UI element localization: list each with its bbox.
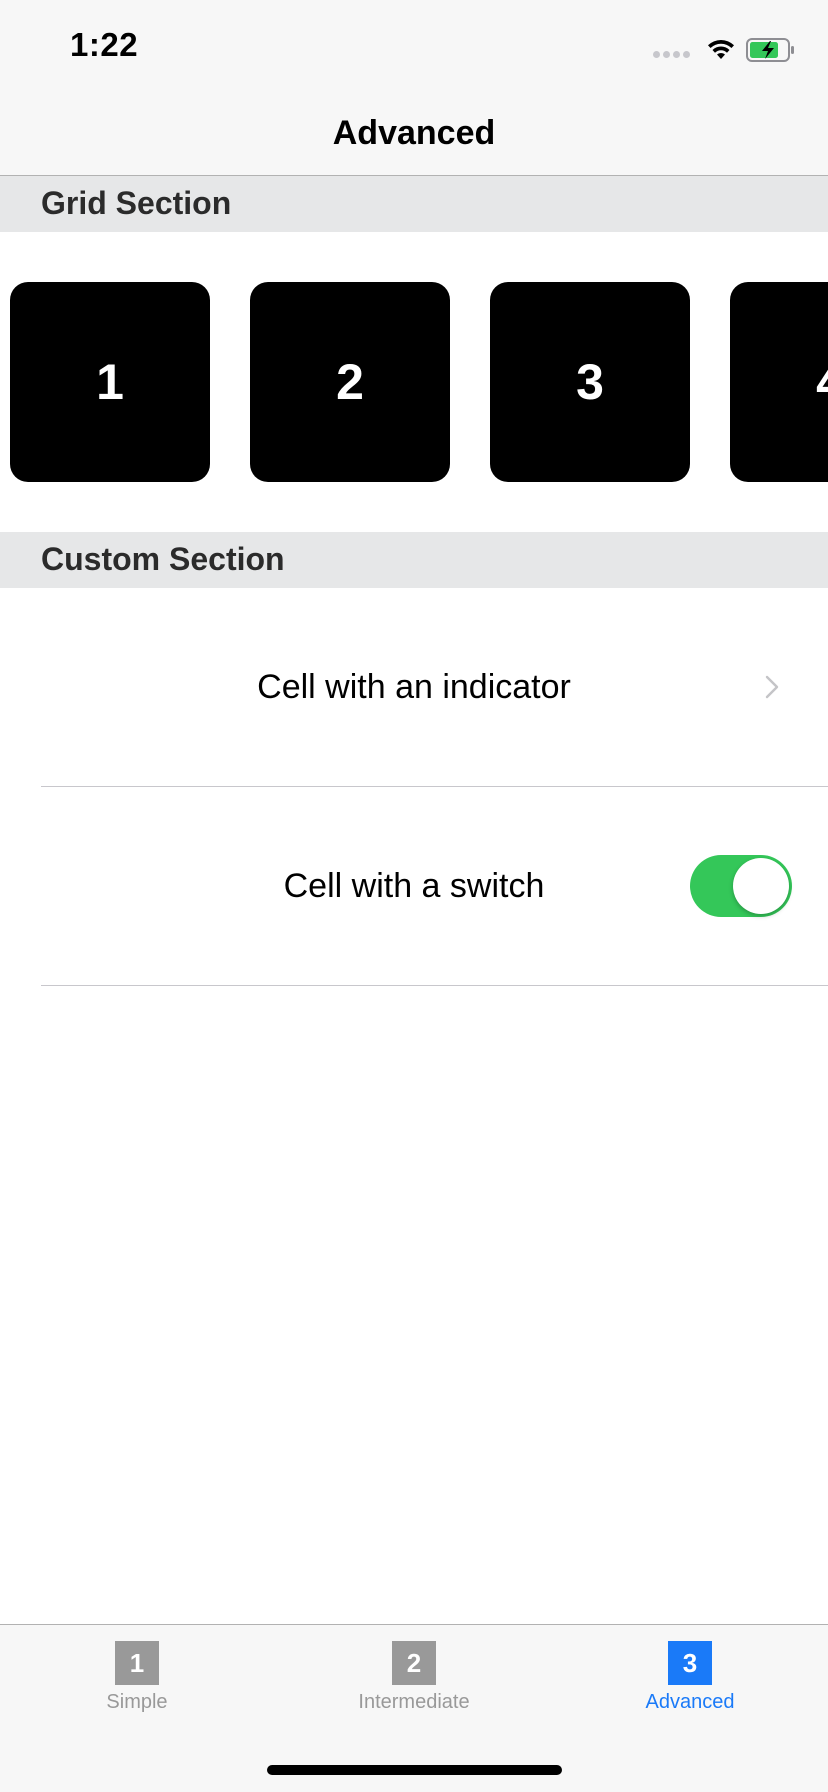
tab-simple[interactable]: 1 Simple: [37, 1641, 237, 1731]
switch-cell: Cell with a switch: [0, 787, 828, 986]
tab-label: Simple: [106, 1691, 168, 1713]
section-header-label: Grid Section: [41, 185, 232, 221]
section-header-grid: Grid Section: [0, 176, 828, 232]
tab-advanced[interactable]: 3 Advanced: [590, 1641, 790, 1731]
toggle-switch[interactable]: [690, 855, 792, 917]
grid-tile[interactable]: 4: [730, 282, 828, 482]
battery-charging-icon: [746, 38, 794, 62]
tab-label: Intermediate: [358, 1691, 470, 1713]
grid-tile[interactable]: 3: [490, 282, 690, 482]
cellular-signal-icon: [653, 50, 690, 58]
cell-label: Cell with an indicator: [257, 668, 571, 706]
page-title: Advanced: [332, 114, 496, 152]
section-header-label: Custom Section: [41, 541, 285, 577]
grid-row[interactable]: 1 2 3 4: [0, 232, 828, 532]
grid-tile[interactable]: 2: [250, 282, 450, 482]
status-time: 1:22: [70, 26, 139, 63]
navigation-bar: Advanced: [0, 88, 828, 176]
chevron-right-icon: [765, 675, 779, 699]
cell-separator: [41, 985, 828, 986]
home-indicator: [267, 1765, 562, 1775]
tab-number-icon: 1: [115, 1641, 159, 1685]
tab-label: Advanced: [645, 1691, 735, 1713]
section-header-custom: Custom Section: [0, 532, 828, 588]
indicator-cell[interactable]: Cell with an indicator: [0, 588, 828, 787]
status-icons: [653, 36, 796, 64]
tab-intermediate[interactable]: 2 Intermediate: [314, 1641, 514, 1731]
wifi-icon: [708, 39, 734, 59]
status-bar: 1:22: [0, 0, 828, 88]
grid-tile[interactable]: 1: [10, 282, 210, 482]
switch-knob: [733, 858, 789, 914]
tab-number-icon: 2: [392, 1641, 436, 1685]
tab-number-icon: 3: [668, 1641, 712, 1685]
